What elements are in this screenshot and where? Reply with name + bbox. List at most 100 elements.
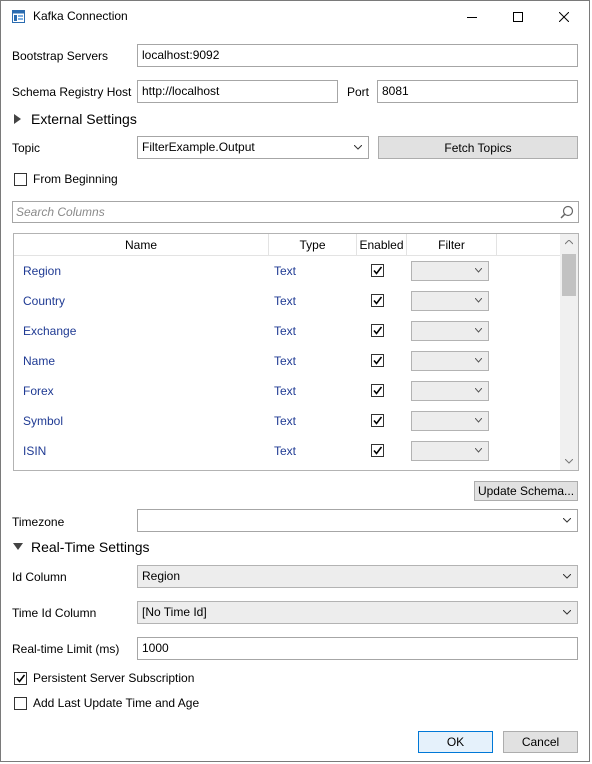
realtime-settings-label: Real-Time Settings <box>31 539 150 555</box>
column-name: Name <box>23 354 56 368</box>
column-name: Country <box>23 294 66 308</box>
topic-select[interactable]: FilterExample.Output <box>137 136 369 159</box>
maximize-button[interactable] <box>495 1 541 32</box>
enabled-checkbox[interactable] <box>371 354 384 367</box>
minimize-button[interactable] <box>449 1 495 32</box>
columns-grid: Name Type Enabled Filter Region Text Count… <box>13 233 579 471</box>
schema-registry-host-input[interactable]: http://localhost <box>137 80 338 103</box>
id-column-label: Id Column <box>12 570 67 584</box>
external-settings-expander[interactable]: External Settings <box>12 111 152 129</box>
checkmark-icon <box>373 386 383 395</box>
external-settings-label: External Settings <box>31 111 137 127</box>
header-type[interactable]: Type <box>269 234 357 256</box>
header-name[interactable]: Name <box>14 234 269 256</box>
chevron-down-icon <box>475 418 482 423</box>
filter-select[interactable] <box>411 291 489 311</box>
table-row[interactable]: Region Text <box>14 256 560 286</box>
from-beginning-checkbox[interactable] <box>14 173 27 186</box>
column-type: Text <box>274 294 297 308</box>
search-icon[interactable] <box>560 205 574 219</box>
table-row[interactable]: Name Text <box>14 346 560 376</box>
add-last-update-row[interactable]: Add Last Update Time and Age <box>13 696 213 712</box>
persistent-subscription-checkbox[interactable] <box>14 672 27 685</box>
port-input[interactable]: 8081 <box>377 80 578 103</box>
persistent-subscription-label: Persistent Server Subscription <box>33 671 195 685</box>
header-filter[interactable]: Filter <box>407 234 497 256</box>
close-button[interactable] <box>541 1 587 32</box>
id-column-select[interactable]: Region <box>137 565 578 588</box>
chevron-down-icon <box>563 610 571 615</box>
bootstrap-servers-label: Bootstrap Servers <box>12 49 109 63</box>
column-type: Text <box>274 414 297 428</box>
enabled-checkbox[interactable] <box>371 324 384 337</box>
column-name: Region <box>23 264 62 278</box>
enabled-checkbox[interactable] <box>371 414 384 427</box>
fetch-topics-button[interactable]: Fetch Topics <box>378 136 578 159</box>
search-columns-input[interactable]: Search Columns <box>12 201 579 223</box>
from-beginning-checkbox-row[interactable]: From Beginning <box>13 171 143 187</box>
cancel-button[interactable]: Cancel <box>503 731 578 753</box>
maximize-icon <box>513 11 523 22</box>
timezone-select[interactable] <box>137 509 578 532</box>
realtime-limit-label: Real-time Limit (ms) <box>12 642 120 656</box>
realtime-settings-expander[interactable]: Real-Time Settings <box>12 539 172 557</box>
chevron-down-icon <box>475 268 482 273</box>
app-icon <box>12 10 25 23</box>
bootstrap-servers-input[interactable]: localhost:9092 <box>137 44 578 67</box>
table-row[interactable]: Symbol Text <box>14 406 560 436</box>
filter-select[interactable] <box>411 261 489 281</box>
filter-select[interactable] <box>411 411 489 431</box>
from-beginning-label: From Beginning <box>33 172 118 186</box>
scroll-thumb[interactable] <box>562 254 576 296</box>
update-schema-button[interactable]: Update Schema... <box>474 481 578 501</box>
close-icon <box>559 11 569 22</box>
table-row[interactable]: Forex Text <box>14 376 560 406</box>
scroll-up-icon[interactable] <box>565 240 573 245</box>
chevron-down-icon <box>563 574 571 579</box>
search-placeholder: Search Columns <box>16 205 105 219</box>
scroll-down-icon[interactable] <box>565 459 573 464</box>
table-row[interactable]: ISIN Text <box>14 436 560 466</box>
chevron-down-icon <box>475 328 482 333</box>
enabled-checkbox[interactable] <box>371 384 384 397</box>
persistent-subscription-row[interactable]: Persistent Server Subscription <box>13 671 213 687</box>
timezone-label: Timezone <box>12 515 65 529</box>
time-id-column-value: [No Time Id] <box>142 605 207 619</box>
checkmark-icon <box>373 326 383 335</box>
checkmark-icon <box>16 674 26 683</box>
realtime-limit-input[interactable]: 1000 <box>137 637 578 660</box>
column-type: Text <box>274 264 297 278</box>
checkmark-icon <box>373 416 383 425</box>
collapse-triangle-icon <box>13 543 23 550</box>
port-label: Port <box>347 85 370 99</box>
kafka-connection-dialog: Kafka Connection Bootstrap Servers local… <box>0 0 590 762</box>
column-type: Text <box>274 324 297 338</box>
header-enabled[interactable]: Enabled <box>357 234 407 256</box>
ok-button[interactable]: OK <box>418 731 493 753</box>
chevron-down-icon <box>563 518 571 523</box>
window-title: Kafka Connection <box>33 9 128 23</box>
column-type: Text <box>274 384 297 398</box>
chevron-down-icon <box>354 145 362 150</box>
checkmark-icon <box>373 446 383 455</box>
enabled-checkbox[interactable] <box>371 294 384 307</box>
filter-select[interactable] <box>411 381 489 401</box>
add-last-update-checkbox[interactable] <box>14 697 27 710</box>
table-row[interactable]: Exchange Text <box>14 316 560 346</box>
minimize-icon <box>467 16 477 18</box>
chevron-down-icon <box>475 298 482 303</box>
column-type: Text <box>274 354 297 368</box>
filter-select[interactable] <box>411 441 489 461</box>
chevron-down-icon <box>475 388 482 393</box>
table-row[interactable]: Country Text <box>14 286 560 316</box>
topic-label: Topic <box>12 141 41 155</box>
filter-select[interactable] <box>411 351 489 371</box>
enabled-checkbox[interactable] <box>371 264 384 277</box>
grid-scrollbar[interactable] <box>560 234 578 470</box>
schema-registry-host-label: Schema Registry Host <box>12 85 132 99</box>
time-id-column-select[interactable]: [No Time Id] <box>137 601 578 624</box>
enabled-checkbox[interactable] <box>371 444 384 457</box>
expand-triangle-icon <box>14 114 21 124</box>
filter-select[interactable] <box>411 321 489 341</box>
title-bar: Kafka Connection <box>1 1 589 32</box>
